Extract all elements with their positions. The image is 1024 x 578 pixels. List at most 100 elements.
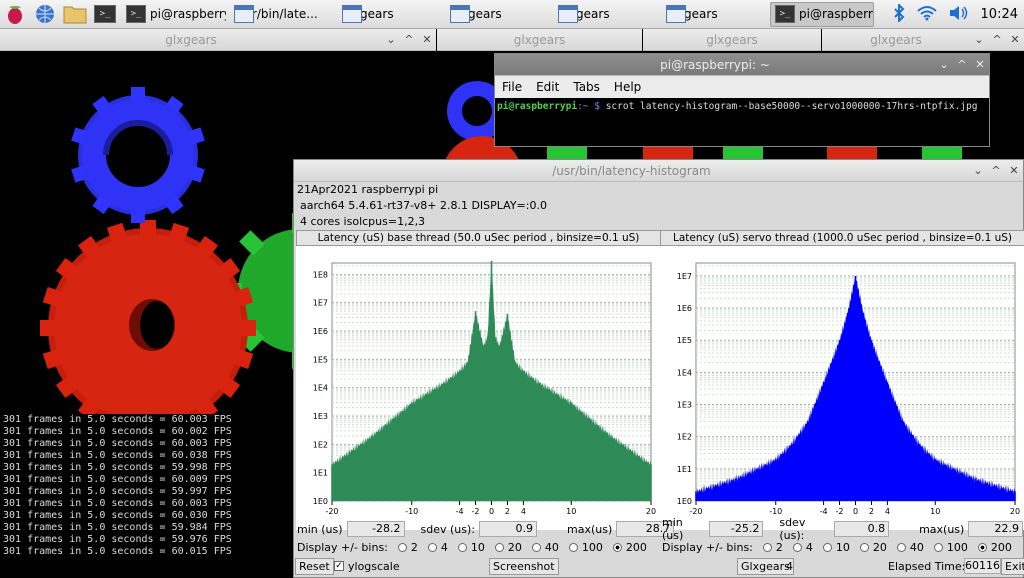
bins-option-label: 4 bbox=[805, 540, 813, 554]
bins-option-100[interactable]: 100 bbox=[933, 541, 968, 554]
menu-file[interactable]: File bbox=[502, 80, 522, 94]
bins-option-4[interactable]: 4 bbox=[427, 541, 448, 554]
window-title: pi@raspberrypi: ~ bbox=[660, 57, 770, 72]
y-tick-label: 1E6 bbox=[313, 327, 328, 336]
glxgears-titlebar[interactable]: glxgears ⌄ ^ ✕ bbox=[822, 29, 1024, 51]
radio-icon bbox=[531, 542, 541, 552]
radio-icon bbox=[822, 542, 832, 552]
close-icon[interactable]: ✕ bbox=[418, 33, 436, 46]
y-tick-label: 1E5 bbox=[677, 336, 692, 345]
y-tick-label: 1E5 bbox=[313, 355, 328, 364]
minimize-icon[interactable]: ⌄ bbox=[935, 58, 953, 71]
task-latency-histogram[interactable]: /usr/bin/late... bbox=[230, 2, 334, 27]
browser-globe-icon[interactable] bbox=[32, 1, 58, 27]
glxgears-titlebar[interactable]: glxgears bbox=[643, 29, 821, 51]
histogram-bar bbox=[774, 459, 777, 501]
y-tick-label: 1E3 bbox=[677, 401, 692, 410]
bins-option-40[interactable]: 40 bbox=[531, 541, 559, 554]
system-tray: 10:24 bbox=[887, 2, 1024, 25]
maximize-icon[interactable]: ^ bbox=[953, 58, 971, 71]
servo-max-value: 22.9 bbox=[968, 521, 1024, 537]
y-tick-label: 1E4 bbox=[677, 368, 692, 377]
raspberry-menu-icon[interactable] bbox=[2, 1, 28, 27]
exit-button[interactable]: Exit bbox=[1001, 557, 1024, 575]
clock: 10:24 bbox=[980, 6, 1018, 22]
reset-button[interactable]: Reset bbox=[295, 557, 334, 575]
task-terminal-2[interactable]: >_ pi@raspberry... bbox=[770, 1, 874, 27]
bins-option-2[interactable]: 2 bbox=[397, 541, 418, 554]
bins-option-20[interactable]: 20 bbox=[494, 541, 522, 554]
histogram-titlebar[interactable]: /usr/bin/latency-histogram ⌄ ^ ✕ bbox=[294, 160, 1023, 182]
radio-icon bbox=[457, 542, 467, 552]
bins-option-10[interactable]: 10 bbox=[822, 541, 850, 554]
y-tick-label: 1E0 bbox=[677, 497, 692, 506]
bins-option-200[interactable]: 200 bbox=[612, 540, 647, 554]
minimize-icon[interactable]: ⌄ bbox=[382, 33, 400, 46]
histogram-bar bbox=[570, 402, 573, 501]
x-tick-label: 20 bbox=[1010, 507, 1020, 516]
terminal-titlebar[interactable]: pi@raspberrypi: ~ ⌄ ^ ✕ bbox=[495, 54, 989, 76]
minimize-icon[interactable]: ⌄ bbox=[969, 164, 987, 177]
bins-option-10[interactable]: 10 bbox=[457, 540, 485, 554]
bluetooth-icon[interactable] bbox=[893, 2, 905, 25]
histogram-bottom-bar: Reset ✓ ylogscale Screenshot Glxgears 4 … bbox=[294, 556, 1024, 576]
terminal-launcher-icon[interactable]: >_ bbox=[92, 1, 118, 27]
bins-label: Display +/- bins: bbox=[297, 540, 388, 554]
wifi-icon[interactable] bbox=[916, 5, 937, 24]
bins-option-label: 10 bbox=[470, 540, 485, 554]
bins-option-label: 100 bbox=[581, 540, 603, 554]
terminal-output[interactable]: pi@raspberrypi:~ $ scrot latency-histogr… bbox=[495, 98, 989, 115]
close-icon[interactable]: ✕ bbox=[1005, 164, 1023, 177]
bins-option-label: 200 bbox=[625, 540, 647, 554]
glxgears-count: 4 bbox=[786, 559, 793, 573]
menu-edit[interactable]: Edit bbox=[536, 80, 559, 94]
volume-icon[interactable] bbox=[949, 5, 969, 24]
ylogscale-label: ylogscale bbox=[348, 559, 400, 573]
file-manager-folder-icon[interactable] bbox=[62, 1, 88, 27]
maximize-icon[interactable]: ^ bbox=[988, 33, 1006, 46]
glxgears-titlebar[interactable]: glxgears ⌄ ^ ✕ bbox=[0, 29, 436, 51]
red-gear bbox=[40, 220, 256, 414]
glxgears-titlebar[interactable]: glxgears bbox=[437, 29, 642, 51]
bins-option-40[interactable]: 40 bbox=[896, 541, 924, 554]
close-icon[interactable]: ✕ bbox=[971, 58, 989, 71]
prompt-dir: :~ $ bbox=[577, 101, 600, 112]
x-tick-label: 2 bbox=[505, 507, 510, 516]
info-date-host: 21Apr2021 raspberrypi pi bbox=[297, 183, 439, 196]
minimize-icon[interactable]: ⌄ bbox=[970, 33, 988, 46]
bins-option-2[interactable]: 2 bbox=[762, 541, 783, 554]
x-tick-label: 10 bbox=[566, 507, 576, 516]
bins-option-20[interactable]: 20 bbox=[859, 541, 887, 554]
histogram-bar bbox=[506, 313, 509, 501]
screenshot-button[interactable]: Screenshot bbox=[489, 557, 559, 575]
histogram-bar bbox=[870, 340, 873, 501]
y-tick-label: 1E3 bbox=[313, 412, 328, 421]
menu-tabs[interactable]: Tabs bbox=[573, 80, 600, 94]
window-title: /usr/bin/latency-histogram bbox=[552, 163, 711, 178]
bins-option-4[interactable]: 4 bbox=[792, 540, 813, 554]
bins-option-200[interactable]: 200 bbox=[977, 540, 1012, 554]
task-terminal-1[interactable]: >_ pi@raspberry... bbox=[122, 2, 226, 27]
maximize-icon[interactable]: ^ bbox=[987, 164, 1005, 177]
close-icon[interactable]: ✕ bbox=[1006, 33, 1024, 46]
task-glxgears-1[interactable]: glxgears bbox=[338, 2, 442, 27]
latency-histogram-window: /usr/bin/latency-histogram ⌄ ^ ✕ 21Apr20… bbox=[293, 159, 1024, 578]
histogram-bar bbox=[846, 313, 849, 501]
histogram-bar bbox=[371, 435, 373, 501]
y-tick-label: 1E8 bbox=[313, 270, 328, 279]
menu-help[interactable]: Help bbox=[614, 80, 641, 94]
servo-stats: min (us) -25.2 sdev (us): 0.8 max(us) 22… bbox=[662, 516, 1024, 542]
window-icon bbox=[558, 5, 578, 23]
task-glxgears-2[interactable]: glxgears bbox=[446, 2, 550, 27]
histogram-bar bbox=[806, 421, 809, 501]
maximize-icon[interactable]: ^ bbox=[400, 33, 418, 46]
bins-option-label: 200 bbox=[990, 540, 1012, 554]
info-kernel: aarch64 5.4.61-rt37-v8+ 2.8.1 DISPLAY=:0… bbox=[300, 199, 547, 212]
base-sdev-value: 0.9 bbox=[479, 521, 538, 537]
histogram-bar bbox=[474, 311, 477, 501]
bins-option-100[interactable]: 100 bbox=[568, 540, 603, 554]
ylogscale-checkbox[interactable]: ✓ ylogscale bbox=[334, 560, 400, 573]
task-glxgears-3[interactable]: glxgears bbox=[554, 2, 658, 27]
y-tick-label: 1E7 bbox=[677, 272, 692, 281]
task-glxgears-4[interactable]: glxgears bbox=[662, 2, 766, 27]
